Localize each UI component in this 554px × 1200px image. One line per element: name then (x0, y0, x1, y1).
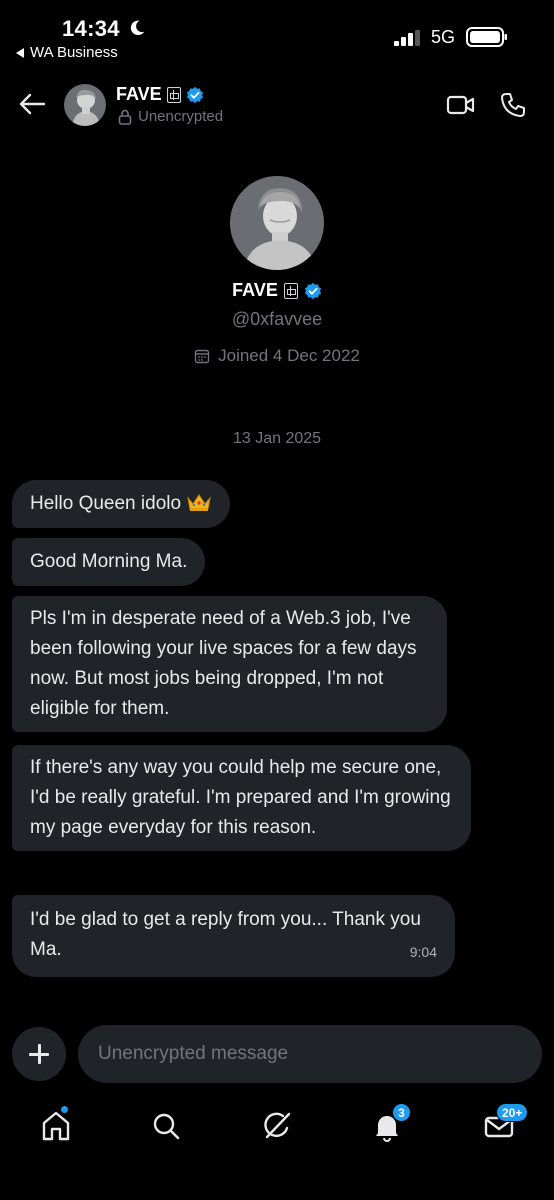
verified-icon (186, 86, 203, 103)
profile-handle[interactable]: @0xfavvee (0, 309, 554, 330)
header-avatar[interactable] (64, 84, 106, 126)
profile-avatar[interactable] (230, 176, 324, 270)
profile-joined: Joined 4 Dec 2022 (0, 346, 554, 366)
message-text: I'd be glad to get a reply from you... T… (30, 909, 421, 960)
home-new-dot (60, 1105, 69, 1114)
messages-badge: 20+ (496, 1103, 529, 1122)
home-icon[interactable] (38, 1108, 74, 1144)
network-type: 5G (431, 27, 456, 47)
profile-name-row: FAVE (0, 280, 554, 301)
chat-header: FAVE Unencrypted (0, 70, 554, 140)
back-triangle-icon (16, 47, 24, 58)
header-name-row[interactable]: FAVE (116, 84, 204, 105)
statue-avatar-image-large (230, 176, 324, 270)
add-attachment-button[interactable] (12, 1027, 66, 1081)
status-time: 14:34 (62, 16, 120, 41)
date-separator: 13 Jan 2025 (232, 430, 322, 447)
grok-icon[interactable] (259, 1108, 295, 1144)
message-text: Pls I'm in desperate need of a Web.3 job… (30, 608, 417, 719)
message-text: Good Morning Ma. (30, 551, 188, 572)
back-app-label: WA Business (30, 44, 118, 61)
message-bubble[interactable]: I'd be glad to get a reply from you... T… (12, 895, 455, 977)
message-bubble[interactable]: Pls I'm in desperate need of a Web.3 job… (12, 596, 447, 732)
encryption-status: Unencrypted (118, 108, 223, 125)
profile-name: FAVE (232, 280, 278, 300)
signal-icon (394, 30, 420, 46)
message-bubble[interactable]: Hello Queen idolo (12, 480, 231, 528)
badge-glyph-icon (166, 86, 181, 103)
message-bubble[interactable]: If there's any way you could help me sec… (12, 745, 471, 851)
joined-date: Joined 4 Dec 2022 (218, 346, 360, 365)
notifications-badge: 3 (392, 1103, 411, 1122)
back-arrow-icon[interactable] (18, 92, 46, 116)
badge-glyph-icon (283, 282, 298, 299)
video-call-icon[interactable] (446, 94, 476, 116)
contact-name: FAVE (116, 84, 162, 104)
phone-call-icon[interactable] (500, 92, 526, 118)
encryption-label: Unencrypted (138, 108, 224, 125)
message-bubble[interactable]: Good Morning Ma. (12, 538, 206, 586)
verified-icon (304, 282, 321, 299)
moon-icon (130, 20, 145, 36)
back-to-app-link[interactable]: WA Business (16, 44, 118, 61)
battery-icon (466, 27, 507, 47)
lock-icon (118, 109, 132, 125)
calendar-icon (194, 349, 210, 364)
status-bar: 14:34 WA Business 5G (0, 0, 554, 70)
message-input[interactable] (78, 1025, 542, 1083)
message-text: Hello Queen idolo (30, 493, 182, 514)
crown-emoji (187, 494, 212, 511)
message-text: If there's any way you could help me sec… (30, 757, 451, 838)
message-timestamp: 9:04 (409, 944, 437, 960)
bottom-navigation: 3 20+ (0, 1098, 554, 1158)
statue-avatar-image (64, 84, 106, 126)
search-icon[interactable] (148, 1108, 184, 1144)
